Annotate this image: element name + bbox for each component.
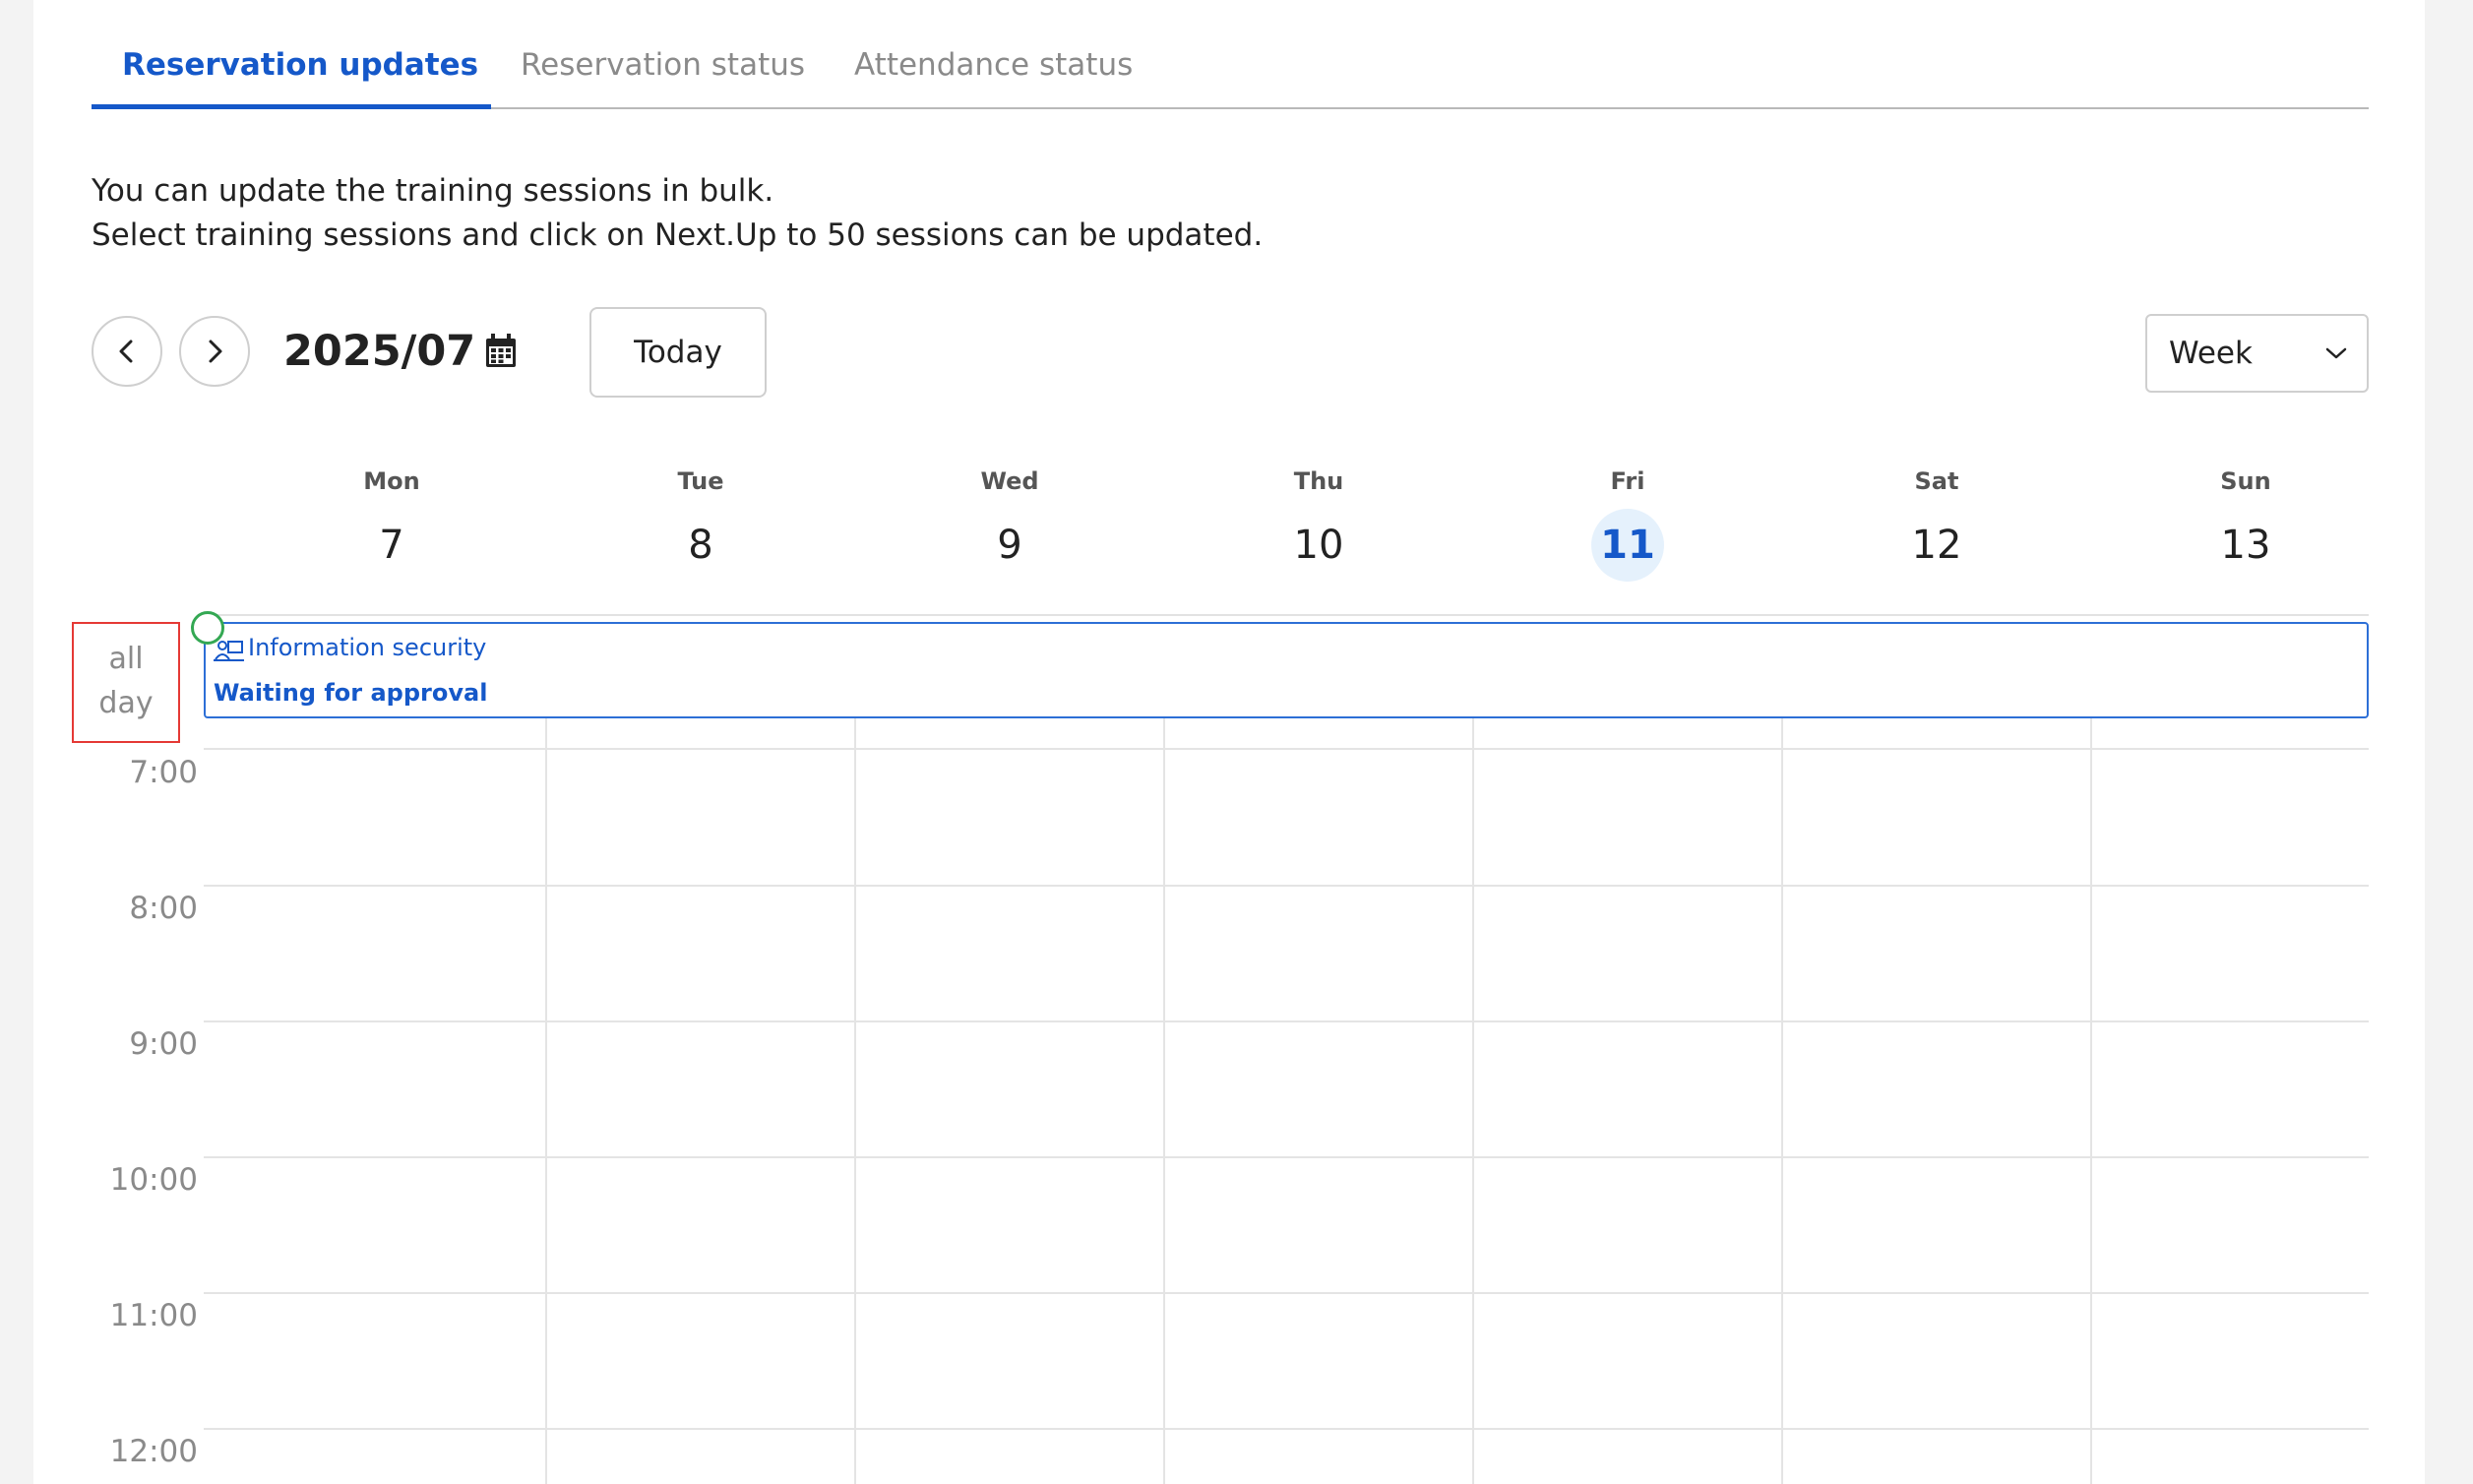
tab-attendance-status[interactable]: Attendance status	[854, 47, 1133, 83]
day-name: Sun	[2220, 467, 2271, 495]
time-label: 12:00	[109, 1434, 198, 1469]
all-day-label: all day	[72, 622, 180, 743]
day-header-tue[interactable]: Tue 8	[546, 467, 855, 582]
reservation-panel: Reservation updates Reservation status A…	[33, 0, 2425, 1484]
view-select-value: Week	[2169, 336, 2253, 371]
day-name: Sat	[1914, 467, 1959, 495]
day-name: Fri	[1610, 467, 1645, 495]
day-header-thu[interactable]: Thu 10	[1164, 467, 1473, 582]
prev-week-button[interactable]	[92, 316, 162, 387]
day-header-wed[interactable]: Wed 9	[855, 467, 1164, 582]
day-header-sun[interactable]: Sun 13	[2091, 467, 2400, 582]
current-month-label: 2025/07	[283, 327, 476, 376]
chevron-left-icon	[119, 340, 133, 363]
view-select[interactable]: Week	[2145, 314, 2369, 393]
day-header-fri[interactable]: Fri 11	[1473, 467, 1782, 582]
day-number: 13	[2220, 523, 2271, 568]
day-name: Wed	[980, 467, 1039, 495]
day-number: 9	[997, 523, 1022, 568]
time-label: 8:00	[129, 891, 198, 926]
all-day-divider	[204, 614, 2369, 616]
day-number: 12	[1911, 523, 1962, 568]
day-number: 7	[379, 523, 404, 568]
day-number-today: 11	[1591, 509, 1664, 582]
training-icon	[214, 641, 244, 661]
day-name: Tue	[677, 467, 724, 495]
tab-reservation-updates[interactable]: Reservation updates	[122, 47, 478, 83]
event-status: Waiting for approval	[214, 679, 488, 707]
event-title: Information security	[248, 634, 487, 661]
time-label: 11:00	[109, 1298, 198, 1333]
day-name: Thu	[1293, 467, 1344, 495]
active-tab-indicator	[92, 104, 491, 109]
day-number: 8	[688, 523, 713, 568]
intro-text-line-2: Select training sessions and click on Ne…	[92, 217, 1264, 253]
all-day-label-line-2: day	[98, 686, 154, 720]
event-information-security[interactable]: Information security Waiting for approva…	[204, 622, 2369, 718]
tab-reservation-status[interactable]: Reservation status	[521, 47, 805, 83]
week-time-grid[interactable]	[237, 748, 2369, 1484]
chevron-right-icon	[209, 340, 222, 363]
next-week-button[interactable]	[179, 316, 250, 387]
time-label: 10:00	[109, 1162, 198, 1198]
day-number: 10	[1293, 523, 1344, 568]
event-select-dot[interactable]	[191, 611, 224, 645]
day-header-sat[interactable]: Sat 12	[1782, 467, 2091, 582]
calendar-icon[interactable]	[484, 334, 518, 369]
day-name: Mon	[363, 467, 420, 495]
time-label: 7:00	[129, 755, 198, 790]
intro-text-line-1: You can update the training sessions in …	[92, 173, 774, 209]
day-header-mon[interactable]: Mon 7	[237, 467, 546, 582]
time-label: 9:00	[129, 1026, 198, 1062]
chevron-down-icon	[2325, 347, 2347, 359]
all-day-label-line-1: all	[108, 642, 144, 676]
today-button[interactable]: Today	[589, 307, 767, 398]
